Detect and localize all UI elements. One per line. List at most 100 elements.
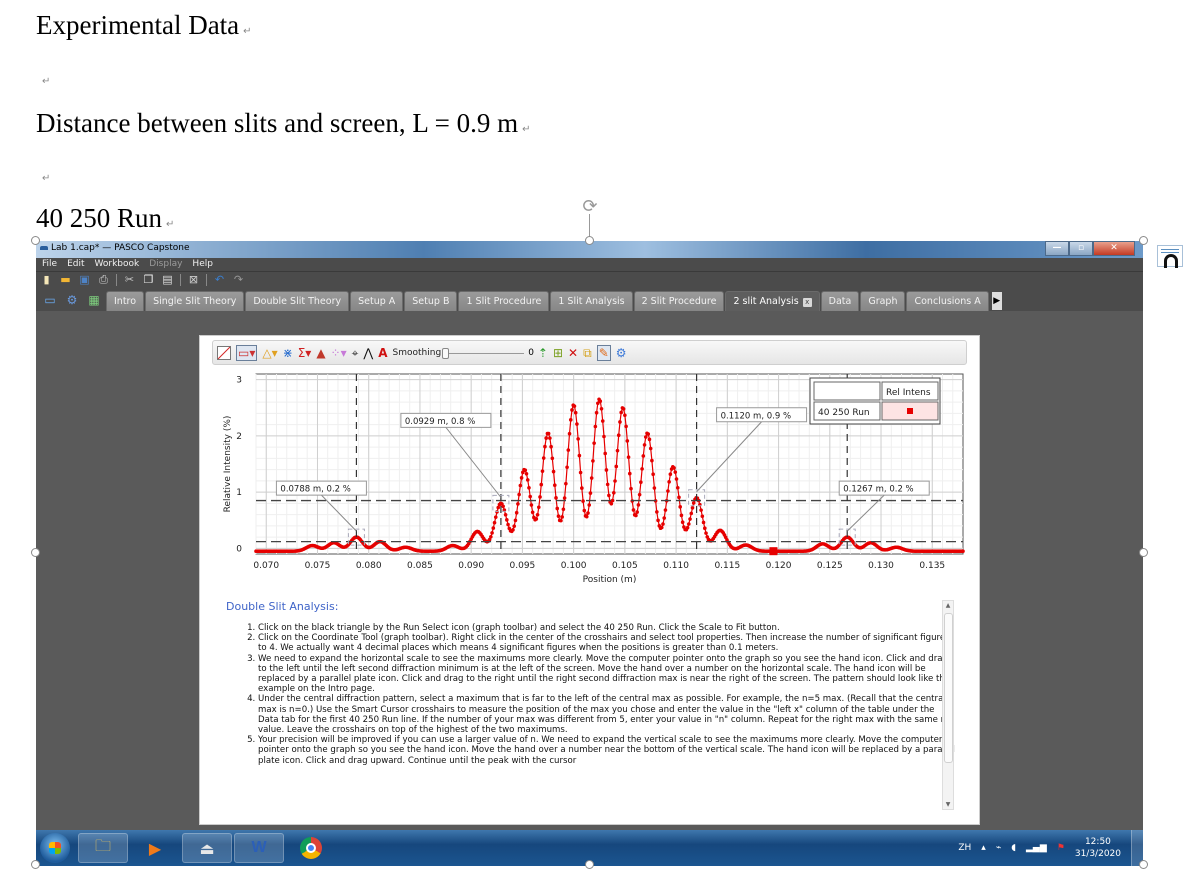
tab-1-slit-analysis[interactable]: 1 Slit Analysis <box>550 291 633 311</box>
file-explorer-icon[interactable]: 🗀 <box>78 833 128 863</box>
delete-x-icon[interactable]: ✕ <box>568 346 578 360</box>
clock[interactable]: 12:50 31/3/2020 <box>1075 836 1121 860</box>
undo-icon[interactable]: ↶ <box>213 274 226 286</box>
resize-handle-bottom-left[interactable] <box>31 860 40 869</box>
cut-icon[interactable]: ✂ <box>123 274 136 286</box>
smoothing-slider[interactable] <box>442 347 525 359</box>
data-point <box>587 503 592 507</box>
delete-icon[interactable]: ⊠ <box>187 274 200 286</box>
tab-2-slit-analysis[interactable]: 2 slit Analysis x <box>725 291 820 311</box>
data-summary-icon[interactable]: ▦ <box>86 293 102 307</box>
paste-icon[interactable]: ▤ <box>161 274 174 286</box>
curve-fit-icon[interactable]: ⋇ <box>283 346 293 360</box>
close-button[interactable]: ✕ <box>1093 241 1135 256</box>
intensity-chart[interactable]: 0.070 0.075 0.080 0.085 0.090 0.095 0.100 0.105… <box>200 366 981 596</box>
tab-setup-a[interactable]: Setup A <box>350 291 404 311</box>
tab-conclusions-a[interactable]: Conclusions A <box>906 291 989 311</box>
annotation-icon[interactable]: A <box>378 346 387 360</box>
network-signal-icon[interactable]: ▂▄▆ <box>1026 843 1047 853</box>
data-point <box>591 459 595 463</box>
paragraph-mark: ↵ <box>166 219 175 230</box>
graph-properties-gear-icon[interactable]: ⚙ <box>616 346 627 360</box>
data-point <box>651 472 655 476</box>
restore-button[interactable]: ▫ <box>1069 241 1093 256</box>
legend-header-text: Rel Intens <box>886 388 931 398</box>
open-folder-icon[interactable]: ▬ <box>59 274 72 286</box>
highlight-tool-icon[interactable]: △▾ <box>262 346 277 360</box>
data-point <box>627 471 632 476</box>
start-button[interactable] <box>40 833 70 863</box>
pasco-capstone-icon[interactable]: ⏏ <box>182 833 232 863</box>
power-plug-icon[interactable]: ⌁ <box>996 843 1001 853</box>
tab-setup-b[interactable]: Setup B <box>404 291 458 311</box>
show-hidden-icons-icon[interactable]: ▴ <box>981 843 986 853</box>
print-icon[interactable]: ⎙ <box>97 274 110 286</box>
data-point <box>511 528 515 532</box>
minimize-button[interactable]: — <box>1045 241 1069 256</box>
tab-close-icon[interactable]: x <box>802 298 812 307</box>
selected-data-point <box>769 547 778 556</box>
scatter-points-icon[interactable]: ⁘▾ <box>331 346 347 360</box>
window-title: Lab 1.cap* — PASCO Capstone <box>51 243 190 253</box>
scale-to-fit-icon[interactable] <box>217 345 231 360</box>
tab-1-slit-procedure[interactable]: 1 Slit Procedure <box>458 291 550 311</box>
resize-handle-bottom[interactable] <box>585 860 594 869</box>
tab-graph[interactable]: Graph <box>860 291 906 311</box>
resize-handle-left[interactable] <box>31 548 40 557</box>
data-point <box>662 516 667 520</box>
resize-handle-top-right[interactable] <box>1139 236 1148 245</box>
overlay-icon[interactable]: ⧉ <box>583 346 592 360</box>
copy-icon[interactable]: ❐ <box>142 274 155 286</box>
add-plot-area-icon[interactable]: ⊞ <box>553 346 563 360</box>
statistics-sigma-icon[interactable]: Σ▾ <box>298 346 312 360</box>
layout-options-icon[interactable] <box>1157 245 1183 268</box>
paragraph-mark: ↵ <box>522 124 531 135</box>
tab-data[interactable]: Data <box>820 291 860 311</box>
tab-label: 2 slit Analysis <box>733 296 799 307</box>
tab-scroll-right-button[interactable]: ▶ <box>991 292 1002 310</box>
slope-tool-icon[interactable]: ⋀ <box>363 346 373 360</box>
new-file-icon[interactable]: ▮ <box>40 274 53 286</box>
word-icon[interactable]: W <box>234 833 284 863</box>
menu-edit[interactable]: Edit <box>67 258 84 271</box>
volume-icon[interactable]: ◖ <box>1011 843 1016 853</box>
tab-2-slit-procedure[interactable]: 2 Slit Procedure <box>633 291 725 311</box>
tab-single-slit-theory[interactable]: Single Slit Theory <box>145 291 245 311</box>
slider-thumb[interactable] <box>442 347 450 359</box>
menu-help[interactable]: Help <box>192 258 213 271</box>
tab-double-slit-theory[interactable]: Double Slit Theory <box>245 291 350 311</box>
redo-icon[interactable]: ↷ <box>232 274 245 286</box>
scroll-up-arrow[interactable]: ▲ <box>943 602 953 609</box>
add-y-axis-icon[interactable]: ⇡ <box>538 346 548 360</box>
area-tool-icon[interactable]: ▲ <box>316 346 325 360</box>
clock-time: 12:50 <box>1084 837 1111 847</box>
chrome-icon[interactable] <box>286 833 336 863</box>
action-center-flag-icon[interactable]: ⚑ <box>1057 843 1065 853</box>
menu-workbook[interactable]: Workbook <box>95 258 140 271</box>
doc-distance-line: Distance between slits and screen, L = 0… <box>36 108 530 139</box>
resize-handle-top[interactable] <box>585 236 594 245</box>
resize-handle-right[interactable] <box>1139 548 1148 557</box>
scrollbar-thumb[interactable] <box>944 613 953 763</box>
language-indicator[interactable]: ZH <box>958 843 971 853</box>
data-point <box>636 503 641 507</box>
x-tick-label: 0.110 <box>663 561 689 571</box>
pin-tool-icon[interactable]: ✎ <box>596 344 611 361</box>
pasco-capstone-window: Lab 1.cap* — PASCO Capstone — ▫ ✕ File E… <box>36 241 1143 866</box>
media-player-icon[interactable]: ▶ <box>130 833 180 863</box>
text-scrollbar[interactable]: ▲ ▼ <box>942 600 954 810</box>
menu-file[interactable]: File <box>42 258 57 271</box>
resize-handle-bottom-right[interactable] <box>1139 860 1148 869</box>
data-point <box>661 522 665 526</box>
data-point <box>615 448 620 453</box>
run-select-icon[interactable]: ▭▾ <box>236 344 258 361</box>
tab-intro[interactable]: Intro <box>106 291 145 311</box>
coordinate-tool-icon[interactable]: ⌖ <box>352 346 359 360</box>
scroll-down-arrow[interactable]: ▼ <box>943 801 953 808</box>
resize-handle-top-left[interactable] <box>31 236 40 245</box>
x-tick-label: 0.080 <box>356 561 382 571</box>
settings-gear-icon[interactable]: ⚙ <box>64 293 80 307</box>
save-icon[interactable]: ▣ <box>78 274 91 286</box>
rotate-handle-icon[interactable]: ⟳ <box>580 196 600 218</box>
page-view-icon[interactable]: ▭ <box>42 293 58 307</box>
